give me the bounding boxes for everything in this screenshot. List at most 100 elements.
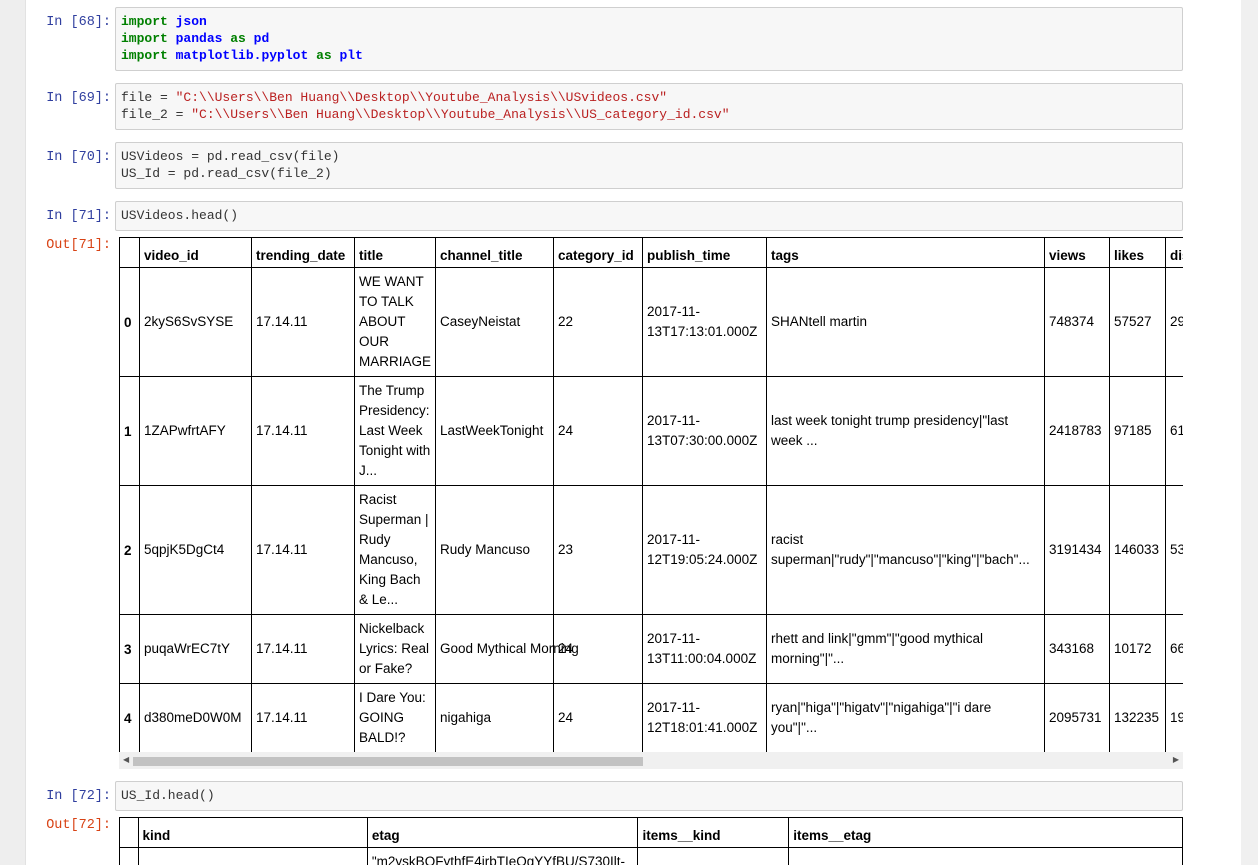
table-cell: Racist Superman | Rudy Mancuso, King Bac… — [354, 485, 436, 615]
code-token: file_2 = — [121, 107, 192, 122]
table-cell: 296 — [1165, 267, 1183, 377]
column-header: items__kind — [637, 817, 790, 848]
table-cell: nigahiga — [435, 683, 554, 752]
table-cell: 2017-11-12T19:05:24.000Z — [642, 485, 767, 615]
table-cell: 533 — [1165, 485, 1183, 615]
code-token: matplotlib.pyplot — [175, 48, 309, 63]
column-header: category_id — [553, 237, 643, 268]
table-cell: 5qpjK5DgCt4 — [139, 485, 252, 615]
table-cell: 2kyS6SvSYSE — [139, 267, 252, 377]
dataframe-output: video_id trending_date title channel_title c… — [119, 237, 1183, 752]
code-cell-input[interactable]: import json import pandas as pd import m… — [115, 7, 1183, 71]
index-header — [119, 817, 139, 848]
table-cell: 198 — [1165, 683, 1183, 752]
table-cell: 2017-11-13T11:00:04.000Z — [642, 614, 767, 684]
notebook-container: In [68]: import json import pandas as pd… — [25, 0, 1242, 865]
code-cell-input[interactable]: USVideos.head() — [115, 201, 1183, 231]
dataframe-table: kind etag items__kind items__etag "m2yskBQF… — [119, 817, 1183, 865]
table-cell: I Dare You: GOING BALD!? — [354, 683, 436, 752]
table-cell: 22 — [553, 267, 643, 377]
scrollbar-thumb[interactable] — [133, 757, 643, 766]
code-token: import — [121, 14, 168, 29]
code-token: pd — [253, 31, 270, 46]
code-token: file = — [121, 90, 176, 105]
code-token: pandas — [175, 31, 223, 46]
table-row: 2 5qpjK5DgCt4 17.14.11 Racist Superman | Ru… — [119, 485, 1183, 615]
table-cell: 57527 — [1109, 267, 1166, 377]
table-cell: 1ZAPwfrtAFY — [139, 376, 252, 486]
table-cell: 24 — [553, 376, 643, 486]
table-cell: last week tonight trump presidency|"last… — [766, 376, 1045, 486]
table-cell: 17.14.11 — [251, 485, 355, 615]
table-cell: SHANtell martin — [766, 267, 1045, 377]
table-cell — [637, 847, 790, 865]
table-cell: ryan|"higa"|"higatv"|"nigahiga"|"i dare … — [766, 683, 1045, 752]
code-token: import — [121, 48, 168, 63]
table-cell: rhett and link|"gmm"|"good mythical morn… — [766, 614, 1045, 684]
scroll-left-icon[interactable]: ◀ — [123, 755, 129, 764]
table-cell: puqaWrEC7tY — [139, 614, 252, 684]
table-cell: 24 — [553, 683, 643, 752]
code-token: as — [316, 48, 332, 63]
column-header: channel_title — [435, 237, 554, 268]
table-cell: 17.14.11 — [251, 267, 355, 377]
table-row: "m2yskBQFythfE4irbTIeOgYYfBU/S730Ilt- — [119, 847, 1183, 865]
column-header: likes — [1109, 237, 1166, 268]
scroll-right-icon[interactable]: ▶ — [1173, 755, 1179, 764]
table-cell: racist superman|"rudy"|"mancuso"|"king"|… — [766, 485, 1045, 615]
table-header-row: video_id trending_date title channel_title c… — [119, 237, 1183, 268]
table-cell — [137, 847, 368, 865]
code-cell-input[interactable]: USVideos = pd.read_csv(file) US_Id = pd.… — [115, 142, 1183, 189]
table-cell: Rudy Mancuso — [435, 485, 554, 615]
table-row: 3 puqaWrEC7tY 17.14.11 Nickelback Lyrics: R… — [119, 614, 1183, 684]
code-token: USVideos = pd.read_csv(file) — [121, 149, 340, 164]
table-cell: 24 — [553, 614, 643, 684]
table-cell: 343168 — [1044, 614, 1110, 684]
code-token: plt — [339, 48, 363, 63]
table-cell: "m2yskBQFythfE4irbTIeOgYYfBU/S730Ilt- — [366, 847, 639, 865]
table-cell: WE WANT TO TALK ABOUT OUR MARRIAGE — [354, 267, 436, 377]
column-header: title — [354, 237, 436, 268]
table-cell: 97185 — [1109, 376, 1166, 486]
vertical-scrollbar[interactable] — [1241, 0, 1258, 865]
table-cell: 146033 — [1109, 485, 1166, 615]
code-token: json — [175, 14, 207, 29]
row-index: 3 — [119, 614, 140, 684]
table-cell: 23 — [553, 485, 643, 615]
input-prompt: In [69]: — [46, 91, 111, 106]
table-cell: 3191434 — [1044, 485, 1110, 615]
table-row: 1 1ZAPwfrtAFY 17.14.11 The Trump Presidency… — [119, 376, 1183, 486]
row-index: 2 — [119, 485, 140, 615]
table-row: 4 d380meD0W0M 17.14.11 I Dare You: GOING BA… — [119, 683, 1183, 752]
table-cell: 2017-11-13T17:13:01.000Z — [642, 267, 767, 377]
table-row: 0 2kyS6SvSYSE 17.14.11 WE WANT TO TALK ABOU… — [119, 267, 1183, 377]
code-token: as — [230, 31, 246, 46]
table-cell: 666 — [1165, 614, 1183, 684]
column-header: views — [1044, 237, 1110, 268]
column-header: publish_time — [642, 237, 767, 268]
column-header: items__etag — [788, 817, 1183, 848]
table-cell: 17.14.11 — [251, 683, 355, 752]
input-prompt: In [70]: — [46, 150, 111, 165]
row-index: 4 — [119, 683, 140, 752]
table-cell: 2017-11-13T07:30:00.000Z — [642, 376, 767, 486]
table-cell: 17.14.11 — [251, 614, 355, 684]
table-cell: The Trump Presidency: Last Week Tonight … — [354, 376, 436, 486]
horizontal-scrollbar[interactable]: ◀ ▶ — [119, 752, 1183, 769]
table-cell: 748374 — [1044, 267, 1110, 377]
code-token: USVideos.head() — [121, 208, 239, 223]
column-header: kind — [137, 817, 368, 848]
column-header: video_id — [139, 237, 252, 268]
index-header — [119, 237, 140, 268]
column-header: tags — [766, 237, 1045, 268]
dataframe-table: video_id trending_date title channel_title c… — [119, 237, 1183, 752]
row-index — [119, 847, 139, 865]
table-cell: Good Mythical Morning — [435, 614, 579, 684]
code-cell-input[interactable]: US_Id.head() — [115, 781, 1183, 811]
code-cell-input[interactable]: file = "C:\\Users\\Ben Huang\\Desktop\\Y… — [115, 83, 1183, 130]
code-token: US_Id.head() — [121, 788, 215, 803]
